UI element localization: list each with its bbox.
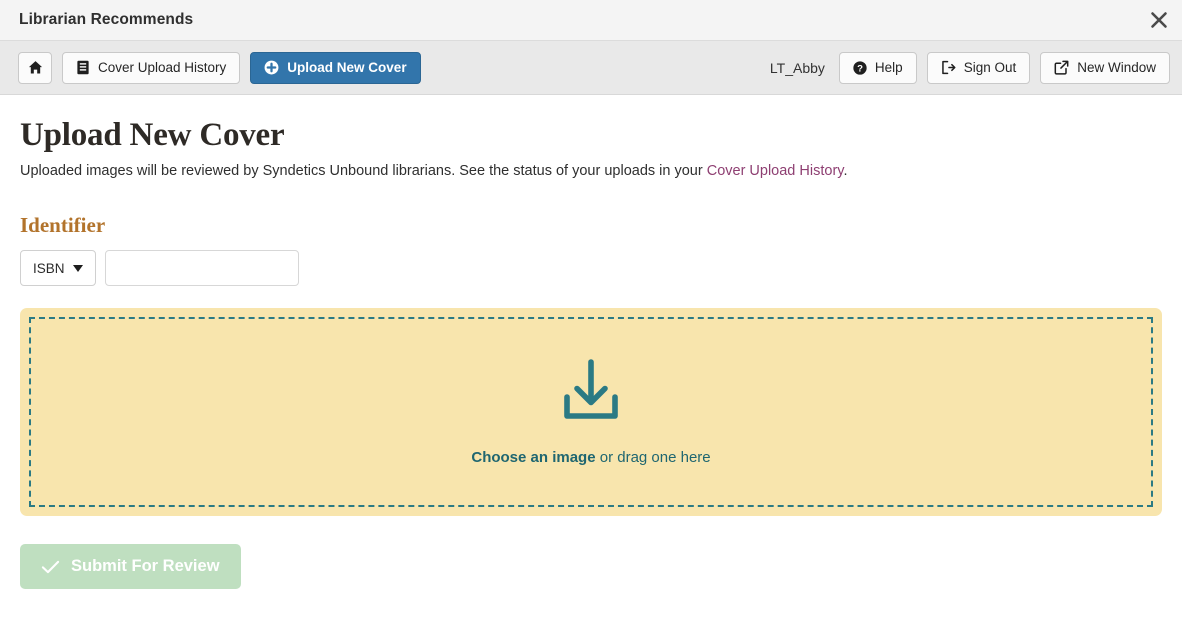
external-link-icon bbox=[1054, 60, 1069, 75]
identifier-row: ISBN bbox=[20, 250, 1162, 286]
sign-out-button[interactable]: Sign Out bbox=[926, 51, 1031, 84]
submit-for-review-button[interactable]: Submit For Review bbox=[20, 544, 241, 589]
window-title: Librarian Recommends bbox=[19, 11, 194, 28]
toolbar-left-group: Cover Upload History Upload New Cover bbox=[18, 51, 421, 84]
home-button[interactable] bbox=[18, 51, 52, 84]
question-circle-icon: ? bbox=[853, 60, 867, 75]
chevron-down-icon bbox=[72, 264, 83, 272]
sign-out-icon bbox=[941, 60, 956, 75]
tab-cover-upload-history[interactable]: Cover Upload History bbox=[62, 51, 241, 84]
check-icon bbox=[41, 559, 60, 575]
identifier-type-value: ISBN bbox=[33, 260, 65, 276]
close-icon bbox=[1148, 9, 1170, 31]
dropzone-text: Choose an image or drag one here bbox=[471, 449, 710, 466]
dropzone-cta[interactable]: Choose an image bbox=[471, 449, 595, 466]
submit-row: Submit For Review bbox=[20, 544, 1162, 589]
page-description-before: Uploaded images will be reviewed by Synd… bbox=[20, 163, 707, 179]
window-titlebar: Librarian Recommends bbox=[0, 0, 1182, 41]
new-window-button[interactable]: New Window bbox=[1040, 51, 1170, 84]
identifier-type-select[interactable]: ISBN bbox=[20, 250, 96, 286]
toolbar-right-group: LT_Abby ? Help Sign Out New Window bbox=[769, 51, 1170, 84]
main-toolbar: Cover Upload History Upload New Cover LT… bbox=[0, 41, 1182, 95]
close-button[interactable] bbox=[1136, 0, 1182, 41]
page-description: Uploaded images will be reviewed by Synd… bbox=[20, 163, 1162, 179]
cover-upload-history-link[interactable]: Cover Upload History bbox=[707, 163, 844, 179]
identifier-input[interactable] bbox=[104, 250, 299, 286]
book-icon bbox=[76, 60, 90, 75]
page-description-after: . bbox=[843, 163, 848, 179]
tab-upload-new-cover[interactable]: Upload New Cover bbox=[250, 51, 421, 84]
image-dropzone[interactable]: Choose an image or drag one here bbox=[20, 308, 1162, 516]
home-icon bbox=[28, 60, 43, 75]
identifier-section-label: Identifier bbox=[20, 213, 106, 237]
sign-out-label: Sign Out bbox=[963, 60, 1017, 75]
help-label: Help bbox=[874, 60, 903, 75]
new-window-label: New Window bbox=[1077, 60, 1156, 75]
submit-for-review-label: Submit For Review bbox=[71, 557, 220, 575]
help-button[interactable]: ? Help bbox=[838, 51, 917, 84]
plus-circle-icon bbox=[264, 60, 279, 75]
main-content: Upload New Cover Uploaded images will be… bbox=[0, 95, 1182, 589]
tab-upload-new-cover-label: Upload New Cover bbox=[287, 60, 407, 75]
page-title: Upload New Cover bbox=[20, 117, 285, 153]
user-name: LT_Abby bbox=[769, 59, 825, 76]
download-arrow-icon bbox=[556, 358, 626, 423]
svg-text:?: ? bbox=[857, 63, 863, 74]
image-dropzone-inner: Choose an image or drag one here bbox=[29, 317, 1153, 507]
tab-cover-upload-history-label: Cover Upload History bbox=[98, 60, 227, 75]
dropzone-rest: or drag one here bbox=[595, 448, 711, 466]
